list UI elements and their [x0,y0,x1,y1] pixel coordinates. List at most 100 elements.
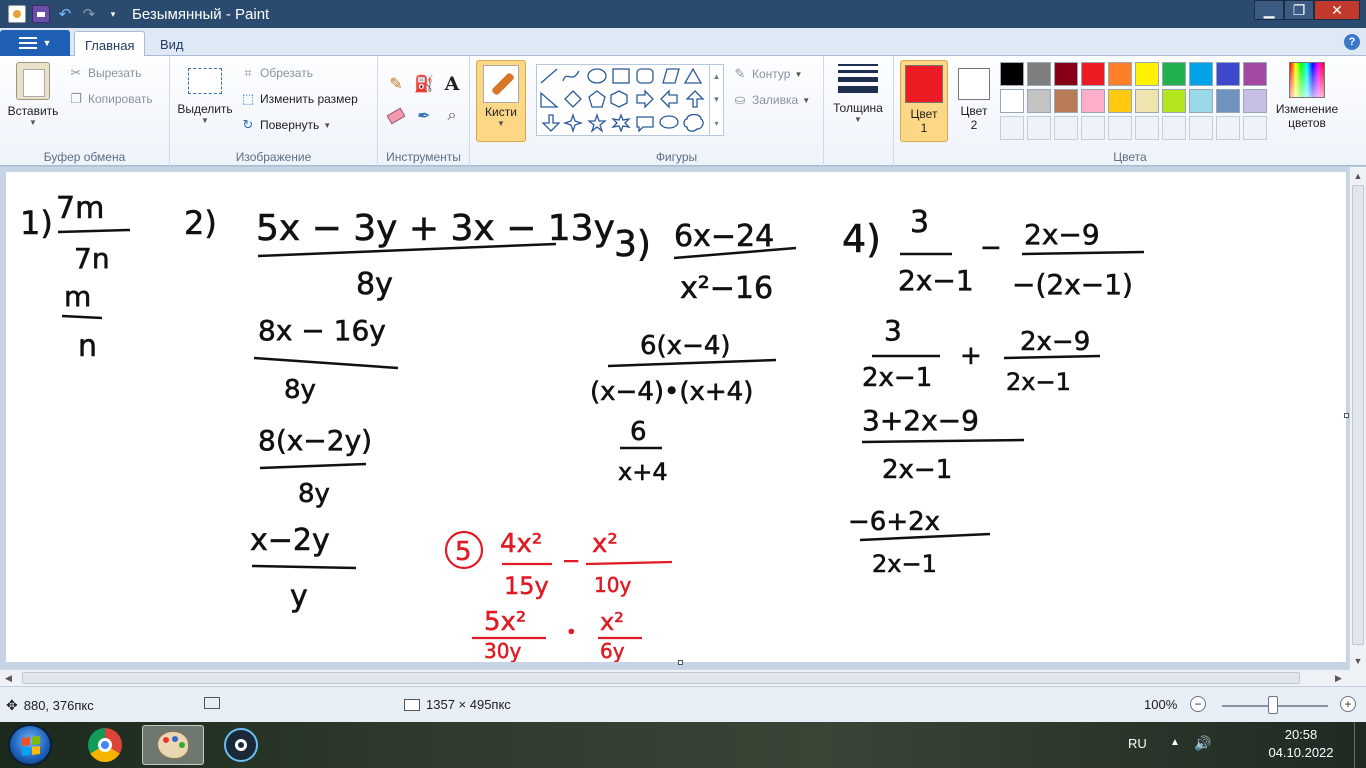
resize-handle-bottom[interactable] [678,660,683,665]
copy-button[interactable]: ❐ Копировать [68,91,153,107]
select-button[interactable]: Выделить ▼ [174,62,236,125]
pencil-icon[interactable]: ✎ [384,72,408,96]
taskbar-paint[interactable] [142,725,204,765]
shapes-scrollbar[interactable]: ▲ ▼ ▾ [709,65,723,135]
show-hidden-icons-icon[interactable]: ▲ [1170,737,1180,748]
start-button[interactable] [8,724,52,766]
chevron-down-icon: ▼ [323,120,332,130]
p2-s1-den: 8y [284,375,316,405]
p1-num: 7m [56,191,104,226]
p5-a-num: 4x² [500,529,542,559]
p4-s1-b-num: 2x−9 [1020,327,1090,357]
volume-icon[interactable]: 🔊 [1194,735,1211,752]
clock[interactable]: 20:58 04.10.2022 [1266,726,1336,762]
redo-icon[interactable]: ↷ [80,5,98,23]
zoom-slider-thumb[interactable] [1268,696,1278,714]
p4-a-num: 3 [910,205,929,240]
customize-toolbar-icon[interactable]: ▾ [104,5,122,23]
color-picker-icon[interactable]: ✒ [412,104,436,128]
outline-button[interactable]: ✎ Контур ▼ [732,66,803,82]
p5-s1-b-num: x² [600,608,624,636]
p4-a-den: 2x−1 [898,264,974,297]
eraser-icon[interactable] [384,104,408,128]
resize-label: Изменить размер [260,92,358,106]
brushes-button[interactable]: Кисти ▼ [476,60,526,142]
group-label: Фигуры [655,150,698,164]
save-icon[interactable] [32,5,50,23]
fill-button[interactable]: ⛀ Заливка ▼ [732,92,811,108]
scroll-corner [1349,669,1366,686]
group-label: Буфер обмена [43,150,126,164]
rotate-button[interactable]: ↻ Повернуть ▼ [240,117,332,133]
status-bar: ✥ 880, 376пкс 1357 × 495пкс 100% − + [0,686,1366,722]
language-indicator[interactable]: RU [1128,736,1147,751]
zoom-out-icon[interactable]: − [1190,696,1206,712]
cut-button[interactable]: ✂ Вырезать [68,65,142,81]
cut-label: Вырезать [88,66,142,80]
fill-bucket-icon[interactable]: ⛽ [412,72,436,96]
zoom-level: 100% [1144,697,1178,712]
taskbar-steam[interactable] [210,725,272,765]
scroll-up-icon[interactable]: ▲ [1350,167,1366,184]
chevron-down-icon: ▼ [802,95,811,105]
chevron-down-icon: ▼ [29,118,37,127]
ribbon-tabs: ▼ Главная Вид ? [0,28,1366,57]
file-menu-button[interactable]: ▼ [0,30,70,56]
p5-s1-b-den: 6y [600,639,625,662]
resize-button[interactable]: ⬚ Изменить размер [240,91,358,107]
horizontal-scrollbar[interactable]: ◀ ▶ [0,669,1349,686]
p1-label: 1) [20,204,53,242]
taskbar-chrome[interactable] [74,725,136,765]
fraction-bar [861,438,1025,444]
p3-s2-num: 6 [630,417,647,447]
magnifier-icon[interactable]: ⌕ [440,104,464,128]
p1-den: 7n [74,242,110,275]
zoom-in-icon[interactable]: + [1340,696,1356,712]
p5-b-den: 10y [594,573,631,597]
cursor-position-text: 880, 376пкс [23,698,94,713]
undo-icon[interactable]: ↶ [56,5,74,23]
shapes-gallery[interactable]: ▲ ▼ ▾ [536,64,724,136]
p2-s3-den: y [290,579,308,614]
chevron-down-icon: ▼ [497,119,505,128]
steam-icon [224,728,258,762]
maximize-button[interactable]: ❐ [1284,0,1314,20]
paste-label: Вставить [7,104,59,118]
p3-num: 6x−24 [674,219,774,254]
selection-size [204,697,220,709]
menu-icon [18,37,37,49]
p2-num: 5x − 3y + 3x − 13y [256,208,615,249]
fill-label: Заливка [752,93,799,107]
p4-b-den: −(2x−1) [1012,268,1133,301]
drawing-canvas[interactable]: 1) 7m 7n m n 2) 5x − 3y + 3x − 13y 8y 8x… [6,172,1346,663]
taskbar: RU ▲ 🔊 20:58 04.10.2022 [0,722,1366,768]
tools-grid: ✎ ⛽ A ✒ ⌕ [384,72,464,128]
windows-logo-icon [22,736,40,756]
crop-button[interactable]: ⌗ Обрезать [240,65,313,81]
line-thickness-icon [838,64,878,93]
close-button[interactable]: ✕ [1314,0,1360,20]
selection-icon [188,68,222,94]
copy-label: Копировать [88,92,153,106]
paste-button[interactable]: Вставить ▼ [4,62,62,127]
vertical-scroll-thumb[interactable] [1352,185,1364,645]
minimize-button[interactable]: ▁ [1254,0,1284,20]
tab-home[interactable]: Главная [74,31,146,57]
show-desktop-button[interactable] [1354,722,1366,768]
scroll-right-icon[interactable]: ▶ [1330,670,1347,687]
size-button[interactable]: Толщина ▼ [828,64,888,124]
group-label: Цвета [1113,150,1147,164]
scroll-left-icon[interactable]: ◀ [0,670,17,687]
help-icon[interactable]: ? [1344,34,1360,50]
tab-view[interactable]: Вид [150,31,194,57]
vertical-scrollbar[interactable]: ▲ ▼ [1349,167,1366,669]
text-icon[interactable]: A [440,72,464,96]
p5-a-den: 15y [504,572,549,600]
p4-s2-den: 2x−1 [882,455,952,485]
p3-s1-num: 6(x−4) [640,331,731,361]
horizontal-scroll-thumb[interactable] [22,672,1300,684]
handwriting-layer: 1) 7m 7n m n 2) 5x − 3y + 3x − 13y 8y 8x… [20,191,1145,663]
scroll-down-icon[interactable]: ▼ [1350,652,1366,669]
clock-time: 20:58 [1284,727,1318,742]
select-label: Выделить [177,102,233,116]
